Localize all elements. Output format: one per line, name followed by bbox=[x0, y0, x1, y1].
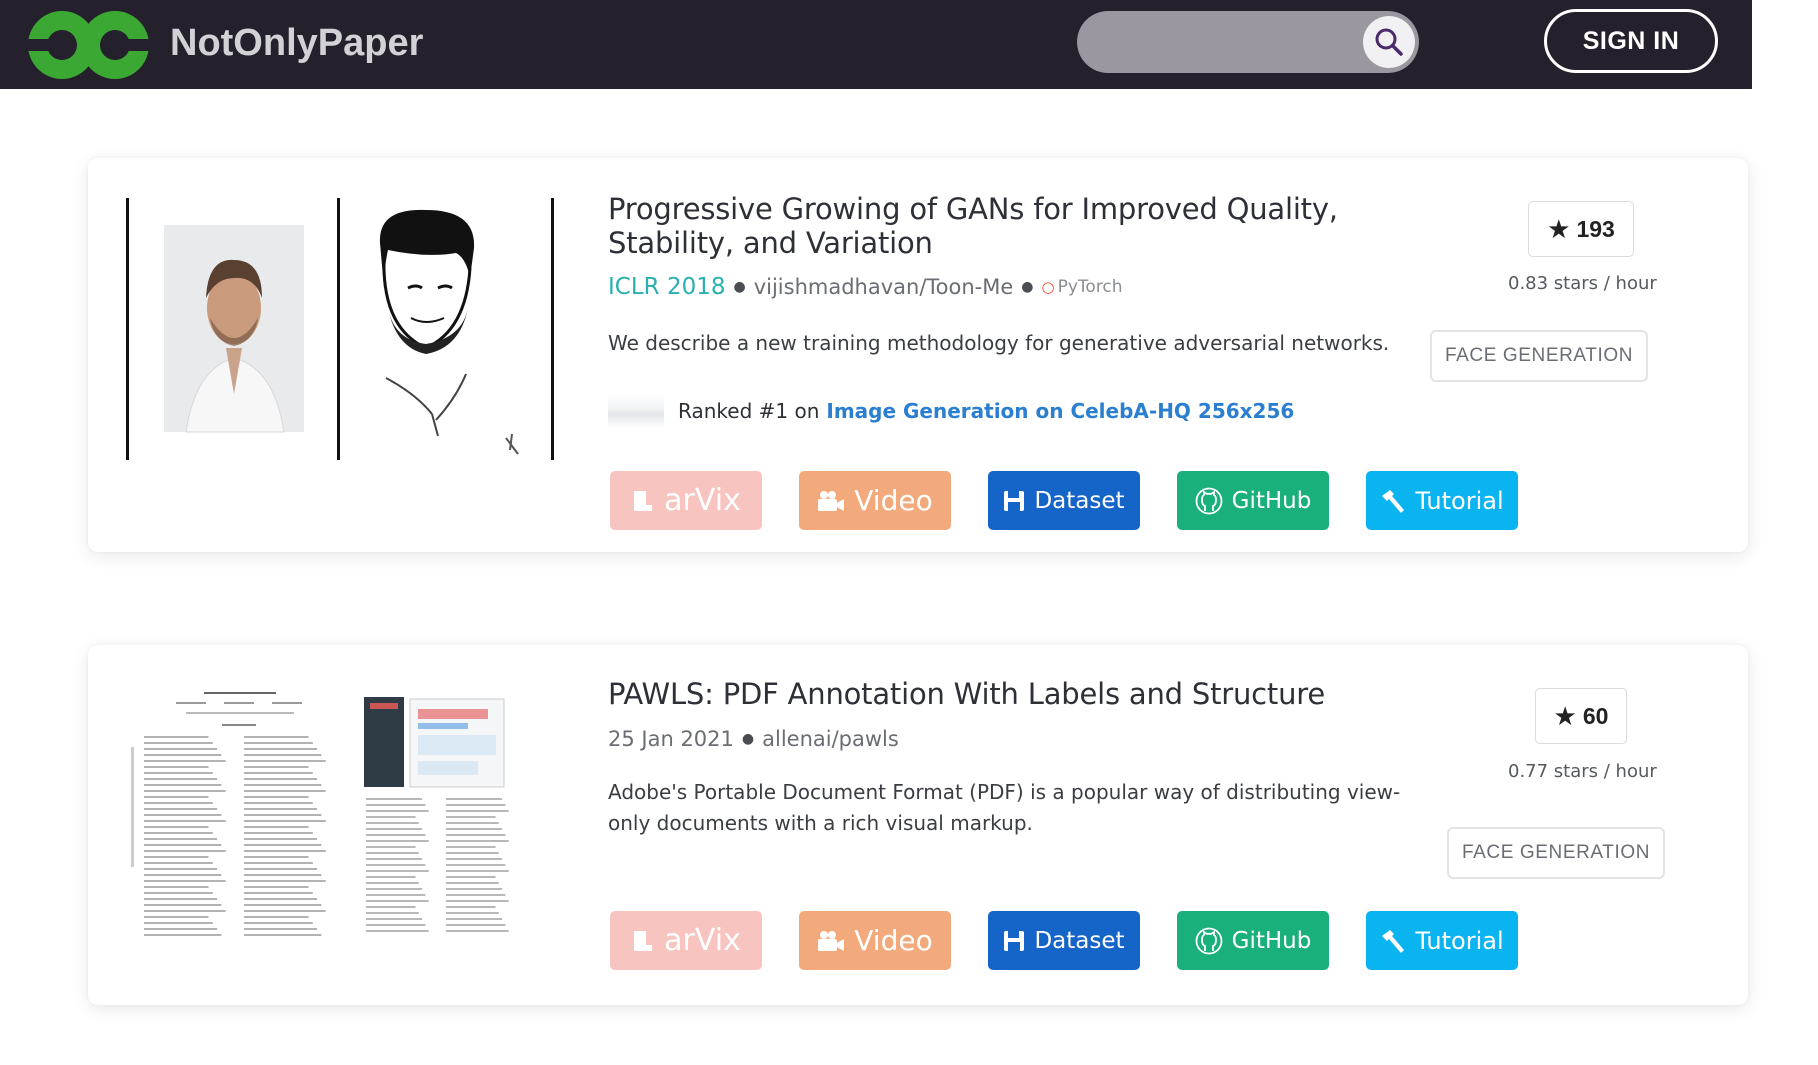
tutorial-label: Tutorial bbox=[1415, 486, 1504, 515]
github-label: GitHub bbox=[1231, 927, 1312, 954]
github-icon bbox=[1195, 927, 1223, 955]
framework-label: PyTorch bbox=[1057, 277, 1123, 297]
star-count: 193 bbox=[1576, 215, 1615, 242]
hammer-icon bbox=[1380, 488, 1406, 514]
document-icon bbox=[631, 929, 655, 953]
github-button[interactable]: GitHub bbox=[1177, 471, 1329, 530]
dataset-button[interactable]: Dataset bbox=[988, 471, 1140, 530]
video-camera-icon bbox=[817, 930, 845, 952]
paper-description: We describe a new training methodology f… bbox=[608, 331, 1390, 355]
resource-buttons: arVix Video Dataset GitHub Tutorial bbox=[610, 471, 1555, 530]
search-button[interactable] bbox=[1363, 16, 1415, 68]
dataset-button[interactable]: Dataset bbox=[988, 911, 1140, 970]
paper-meta: ICLR 2018 ● vijishmadhavan/Toon-Me ● ○ P… bbox=[608, 274, 1123, 300]
separator-dot: ● bbox=[741, 731, 755, 747]
github-icon bbox=[1195, 487, 1223, 515]
resource-buttons: arVix Video Dataset GitHub Tutorial bbox=[610, 911, 1555, 970]
separator-dot: ● bbox=[733, 279, 746, 295]
video-button[interactable]: Video bbox=[799, 471, 951, 530]
document-icon bbox=[631, 489, 655, 513]
paper-description: Adobe's Portable Document Format (PDF) i… bbox=[608, 780, 1401, 835]
floppy-disk-icon bbox=[1003, 490, 1025, 512]
paper-thumbnail[interactable] bbox=[126, 687, 626, 945]
star-count: 60 bbox=[1582, 702, 1609, 729]
star-count-badge[interactable]: ★ 60 bbox=[1535, 688, 1627, 744]
brand-logo-icon[interactable] bbox=[26, 6, 151, 84]
paper-meta: 25 Jan 2021 ● allenai/pawls bbox=[608, 727, 899, 751]
star-icon: ★ bbox=[1547, 213, 1571, 244]
task-tag[interactable]: FACE GENERATION bbox=[1430, 330, 1648, 382]
pytorch-icon: ○ bbox=[1041, 278, 1055, 296]
framework-badge: ○ PyTorch bbox=[1042, 277, 1123, 297]
tutorial-button[interactable]: Tutorial bbox=[1366, 471, 1518, 530]
ranking-row: Ranked #1 on Image Generation on CelebA-… bbox=[608, 394, 1294, 428]
arxiv-label: arVix bbox=[664, 483, 741, 518]
arxiv-button[interactable]: arVix bbox=[610, 471, 762, 530]
video-label: Video bbox=[854, 924, 933, 957]
hammer-icon bbox=[1380, 928, 1406, 954]
task-tag[interactable]: FACE GENERATION bbox=[1447, 827, 1665, 879]
dataset-label: Dataset bbox=[1034, 927, 1125, 954]
github-label: GitHub bbox=[1231, 487, 1312, 514]
ranking-chart-thumbnail bbox=[608, 394, 664, 428]
conference-label[interactable]: ICLR 2018 bbox=[608, 274, 725, 300]
github-button[interactable]: GitHub bbox=[1177, 911, 1329, 970]
search-bar bbox=[1077, 11, 1419, 73]
star-icon: ★ bbox=[1553, 700, 1577, 731]
arxiv-button[interactable]: arVix bbox=[610, 911, 762, 970]
video-button[interactable]: Video bbox=[799, 911, 951, 970]
tutorial-label: Tutorial bbox=[1415, 926, 1504, 955]
star-rate: 0.83 stars / hour bbox=[1508, 273, 1657, 294]
separator-dot: ● bbox=[1021, 279, 1034, 295]
publish-date: 25 Jan 2021 bbox=[608, 727, 734, 751]
top-navbar: NotOnlyPaper SIGN IN bbox=[0, 0, 1752, 89]
ranked-task-link[interactable]: Image Generation on CelebA-HQ 256x256 bbox=[826, 399, 1294, 423]
search-icon bbox=[1375, 28, 1403, 56]
paper-card: Progressive Growing of GANs for Improved… bbox=[88, 158, 1748, 552]
paper-card: PAWLS: PDF Annotation With Labels and St… bbox=[88, 645, 1748, 1005]
sign-in-button[interactable]: SIGN IN bbox=[1544, 9, 1718, 73]
star-rate: 0.77 stars / hour bbox=[1508, 761, 1657, 782]
paper-title[interactable]: Progressive Growing of GANs for Improved… bbox=[608, 192, 1438, 260]
ranked-prefix: Ranked #1 on bbox=[678, 399, 820, 423]
arxiv-label: arVix bbox=[664, 923, 741, 958]
floppy-disk-icon bbox=[1003, 930, 1025, 952]
video-label: Video bbox=[854, 484, 933, 517]
search-input[interactable] bbox=[1105, 25, 1355, 59]
paper-title[interactable]: PAWLS: PDF Annotation With Labels and St… bbox=[608, 677, 1438, 711]
repo-link[interactable]: allenai/pawls bbox=[762, 727, 899, 751]
video-camera-icon bbox=[817, 490, 845, 512]
dataset-label: Dataset bbox=[1034, 487, 1125, 514]
repo-link[interactable]: vijishmadhavan/Toon-Me bbox=[754, 275, 1014, 299]
tutorial-button[interactable]: Tutorial bbox=[1366, 911, 1518, 970]
paper-thumbnail[interactable] bbox=[126, 198, 554, 460]
brand-name[interactable]: NotOnlyPaper bbox=[170, 22, 423, 65]
star-count-badge[interactable]: ★ 193 bbox=[1528, 201, 1634, 257]
